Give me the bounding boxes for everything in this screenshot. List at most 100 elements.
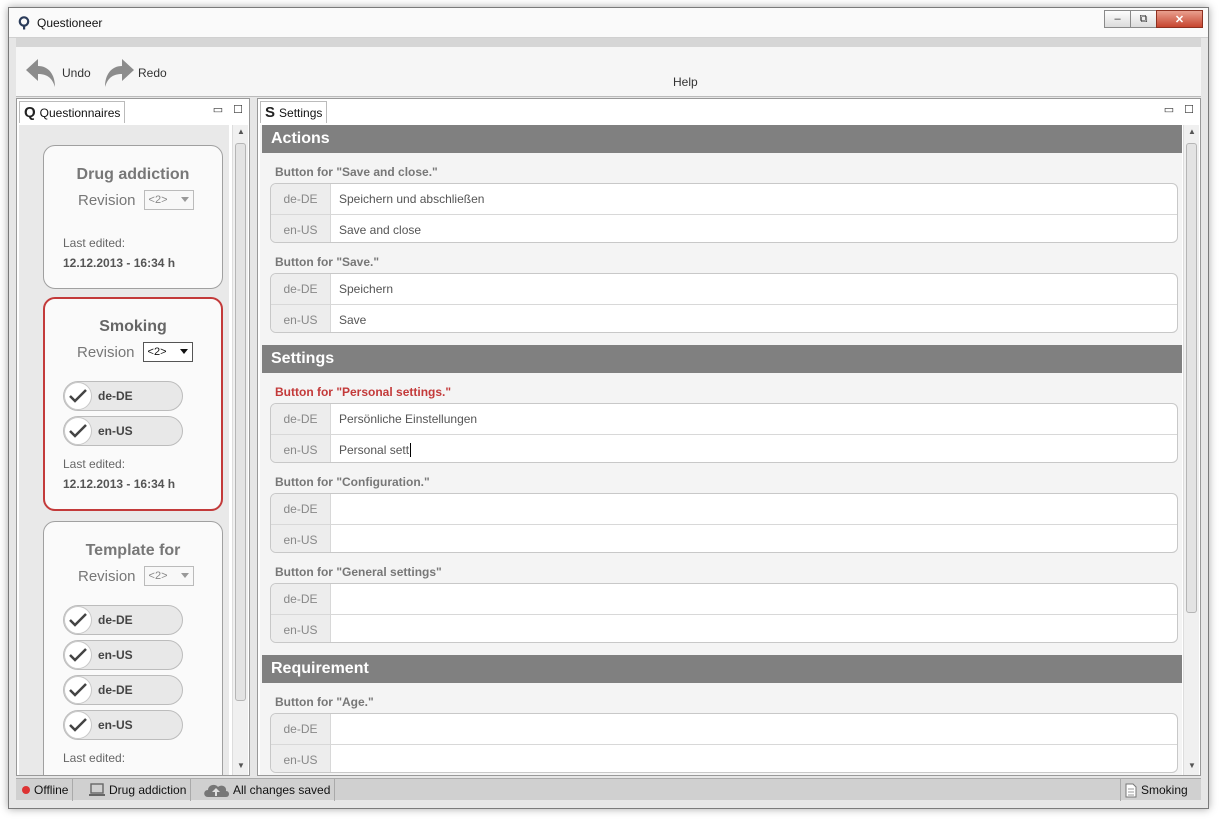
questionnaire-card-smoking[interactable]: Smoking Revision <2> de-DE en-US Last ed…	[43, 297, 223, 511]
title-bar: Questioneer ‒ ⧉ ✕	[9, 8, 1208, 38]
questionnaires-tab-icon: Q	[24, 104, 36, 121]
chevron-down-icon	[180, 197, 189, 202]
revision-value: <2>	[148, 194, 168, 206]
panel-maximize-icon[interactable]: ☐	[1184, 103, 1194, 116]
scroll-down-icon[interactable]: ▼	[237, 761, 245, 770]
document-icon	[1125, 783, 1137, 797]
revision-label: Revision	[77, 343, 135, 361]
translation-input-de[interactable]: Persönliche Einstellungen	[331, 404, 1177, 434]
lang-code: de-DE	[271, 184, 331, 214]
language-toggle-de-de[interactable]: de-DE	[63, 605, 183, 635]
language-toggle-de-de[interactable]: de-DE	[63, 675, 183, 705]
offline-dot-icon	[22, 786, 30, 794]
last-edited-label: Last edited:	[63, 236, 126, 250]
lang-code: de-DE	[271, 274, 331, 304]
lang-code: en-US	[271, 305, 331, 332]
translation-input-de[interactable]	[331, 584, 1177, 614]
card-title: Smoking	[99, 318, 167, 335]
section-header-requirement: Requirement	[262, 655, 1182, 683]
translation-box: de-DE en-US	[270, 713, 1178, 773]
laptop-icon	[89, 783, 105, 796]
field-label: Button for "General settings"	[275, 565, 442, 579]
redo-label: Redo	[138, 66, 167, 80]
document-label: Smoking	[1141, 783, 1188, 797]
last-edited-date: 12.12.2013 - 16:34 h	[63, 477, 176, 491]
language-toggle-en-us[interactable]: en-US	[63, 640, 183, 670]
translation-input-en[interactable]	[331, 745, 1177, 772]
redo-arrow-icon	[105, 59, 134, 87]
scrollbar-thumb[interactable]	[1186, 143, 1197, 613]
scroll-up-icon[interactable]: ▲	[237, 127, 245, 136]
language-label: de-DE	[98, 683, 133, 697]
scroll-down-icon[interactable]: ▼	[1188, 761, 1196, 770]
section-header-settings: Settings	[262, 345, 1182, 373]
translation-input-de[interactable]	[331, 714, 1177, 744]
translation-input-en[interactable]	[331, 525, 1177, 552]
save-state-label: All changes saved	[233, 783, 331, 797]
tab-settings-label: Settings	[279, 105, 323, 120]
translation-box: de-DE Persönliche Einstellungen en-US Pers…	[270, 403, 1178, 463]
revision-value: <2>	[147, 346, 167, 358]
settings-panel: S Settings ▭ ☐ Actions Button for "Save …	[257, 98, 1201, 776]
questionnaire-card-template[interactable]: Template for Revision <2> de-DE en-US de…	[43, 521, 223, 775]
translation-input-de[interactable]: Speichern	[331, 274, 1177, 304]
revision-select[interactable]: <2>	[143, 566, 194, 586]
translation-input-en[interactable]: Save and close	[331, 215, 1177, 242]
app-window: Questioneer ‒ ⧉ ✕ Undo Redo Help Q Quest…	[8, 7, 1209, 809]
window-title: Questioneer	[37, 16, 103, 30]
translation-input-en[interactable]	[331, 615, 1177, 642]
scrollbar-thumb[interactable]	[235, 143, 246, 701]
settings-scrollbar[interactable]: ▲ ▼	[1183, 125, 1199, 775]
status-save-state: All changes saved	[198, 779, 336, 801]
redo-button[interactable]: Redo	[100, 55, 167, 91]
questionnaire-list-scrollbar[interactable]: ▲ ▼	[232, 125, 248, 775]
revision-select[interactable]: <2>	[142, 342, 193, 362]
checkmark-icon	[64, 676, 92, 704]
status-questionnaire: Drug addiction	[84, 779, 192, 801]
card-title: Template for	[85, 542, 181, 559]
connection-label: Offline	[34, 783, 69, 797]
maximize-window-button[interactable]: ⧉	[1130, 10, 1157, 28]
checkmark-icon	[64, 417, 92, 445]
tab-settings[interactable]: S Settings	[260, 101, 328, 123]
translation-input-de[interactable]	[331, 494, 1177, 524]
last-edited-label: Last edited:	[63, 751, 126, 765]
help-link[interactable]: Help	[673, 75, 698, 89]
lang-code: de-DE	[271, 584, 331, 614]
revision-label: Revision	[78, 191, 136, 209]
translation-box: de-DE Speichern und abschließen en-US Save…	[270, 183, 1178, 243]
translation-input-en[interactable]: Save	[331, 305, 1177, 332]
field-label: Button for "Save and close."	[275, 165, 438, 179]
panel-minimize-icon[interactable]: ▭	[213, 103, 223, 116]
tab-questionnaires[interactable]: Q Questionnaires	[19, 101, 126, 123]
translation-input-de[interactable]: Speichern und abschließen	[331, 184, 1177, 214]
language-toggle-en-us[interactable]: en-US	[63, 416, 183, 446]
panel-minimize-icon[interactable]: ▭	[1164, 103, 1174, 116]
lang-code: de-DE	[271, 494, 331, 524]
card-title: Drug addiction	[76, 166, 190, 183]
last-edited-date: 12.12.2013 - 16:34 h	[63, 256, 176, 270]
chevron-down-icon	[179, 349, 188, 354]
translation-input-en[interactable]: Personal sett	[331, 435, 1177, 462]
minimize-window-button[interactable]: ‒	[1104, 10, 1131, 28]
panel-maximize-icon[interactable]: ☐	[233, 103, 243, 116]
translation-box: de-DE Speichern en-US Save	[270, 273, 1178, 333]
scroll-up-icon[interactable]: ▲	[1188, 127, 1196, 136]
close-window-button[interactable]: ✕	[1156, 10, 1203, 28]
settings-form: Actions Button for "Save and close." de-…	[260, 125, 1182, 775]
checkmark-icon	[64, 382, 92, 410]
language-label: en-US	[98, 424, 133, 438]
field-label: Button for "Save."	[275, 255, 380, 269]
questionnaires-panel: Q Questionnaires ▭ ☐ Drug addiction Revi…	[16, 98, 250, 776]
questionnaire-card-drug-addiction[interactable]: Drug addiction Revision <2> Last edited:…	[43, 145, 223, 289]
checkmark-icon	[64, 606, 92, 634]
cloud-upload-icon	[204, 784, 229, 797]
lang-code: en-US	[271, 745, 331, 772]
status-document: Smoking	[1120, 779, 1192, 801]
language-label: en-US	[98, 718, 133, 732]
lang-code: en-US	[271, 215, 331, 242]
language-toggle-en-us[interactable]: en-US	[63, 710, 183, 740]
undo-button[interactable]: Undo	[24, 55, 91, 91]
revision-select[interactable]: <2>	[143, 190, 194, 210]
language-toggle-de-de[interactable]: de-DE	[63, 381, 183, 411]
